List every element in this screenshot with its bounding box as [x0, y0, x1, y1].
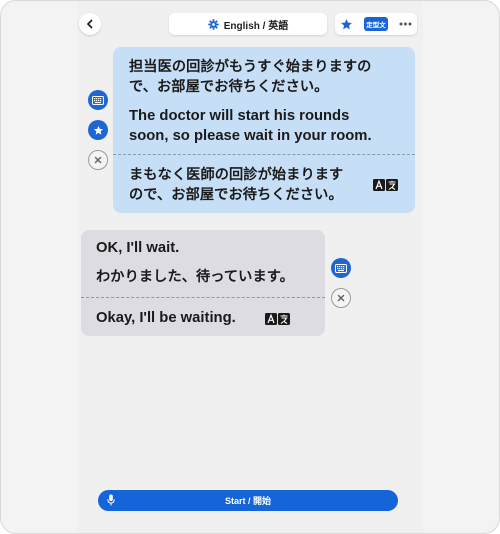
favorite-button[interactable] — [340, 18, 353, 31]
divider — [81, 297, 325, 298]
patient-message-bubble: OK, I'll wait. わかりました、待っています。 Okay, I'll… — [81, 230, 325, 336]
original-text: OK, I'll wait. — [96, 240, 180, 256]
original-text: 担当医の回診がもうすぐ始まりますの で、お部屋でお待ちください。 — [129, 57, 371, 97]
back-button[interactable] — [79, 13, 101, 35]
translate-icon — [373, 179, 398, 191]
language-label: English / 英語 — [223, 20, 289, 32]
header-actions: 定型文 — [335, 13, 417, 35]
original-line: で、お部屋でお待ちください。 — [129, 79, 329, 95]
translate-icon — [265, 313, 290, 325]
message1-delete-button[interactable] — [88, 150, 108, 170]
gear-icon — [208, 18, 219, 30]
translation-line: soon, so please wait in your room. — [129, 128, 372, 144]
star-icon — [341, 18, 353, 29]
back-translation-toggle[interactable] — [265, 312, 291, 330]
translation-text: The doctor will start his rounds soon, s… — [129, 106, 372, 146]
back-translation-text: まもなく医師の回診が始まります ので、お部屋でお待ちください。 — [129, 165, 343, 205]
message2-delete-button[interactable] — [331, 288, 351, 308]
staff-message-bubble: 担当医の回診がもうすぐ始まりますの で、お部屋でお待ちください。 The doc… — [113, 47, 415, 213]
more-button[interactable] — [399, 22, 412, 26]
keyboard-icon — [92, 95, 104, 105]
chevron-left-icon — [87, 19, 93, 29]
start-label: Start / 開始 — [224, 496, 271, 506]
original-line: 担当医の回診がもうすぐ始まりますの — [129, 59, 372, 75]
close-icon — [94, 156, 102, 164]
back-translation-line: ので、お部屋でお待ちください。 — [129, 187, 343, 203]
keyboard-icon — [335, 263, 347, 273]
microphone-icon — [107, 494, 115, 506]
divider — [113, 154, 415, 155]
message1-favorite-button[interactable] — [88, 120, 108, 140]
back-translation-line: Okay, I'll be waiting. — [96, 310, 236, 326]
translation-line: The doctor will start his rounds — [129, 108, 350, 124]
back-translation-line: まもなく医師の回診が始まります — [129, 167, 344, 183]
close-icon — [337, 294, 345, 302]
message1-keyboard-button[interactable] — [88, 90, 108, 110]
language-selector[interactable]: English / 英語 — [169, 13, 327, 35]
start-button[interactable]: Start / 開始 — [98, 490, 398, 511]
message2-keyboard-button[interactable] — [331, 258, 351, 278]
star-icon — [93, 125, 103, 135]
app-frame: English / 英語 定型文 担当医の回診がもうすぐ始まりますの で、お部屋… — [0, 0, 500, 534]
translation-text: わかりました、待っています。 — [96, 269, 294, 285]
ellipsis-icon — [399, 22, 412, 26]
phrasebook-button[interactable]: 定型文 — [363, 17, 388, 31]
back-translation-text: Okay, I'll be waiting. — [96, 308, 236, 328]
back-translation-toggle[interactable] — [373, 178, 399, 196]
